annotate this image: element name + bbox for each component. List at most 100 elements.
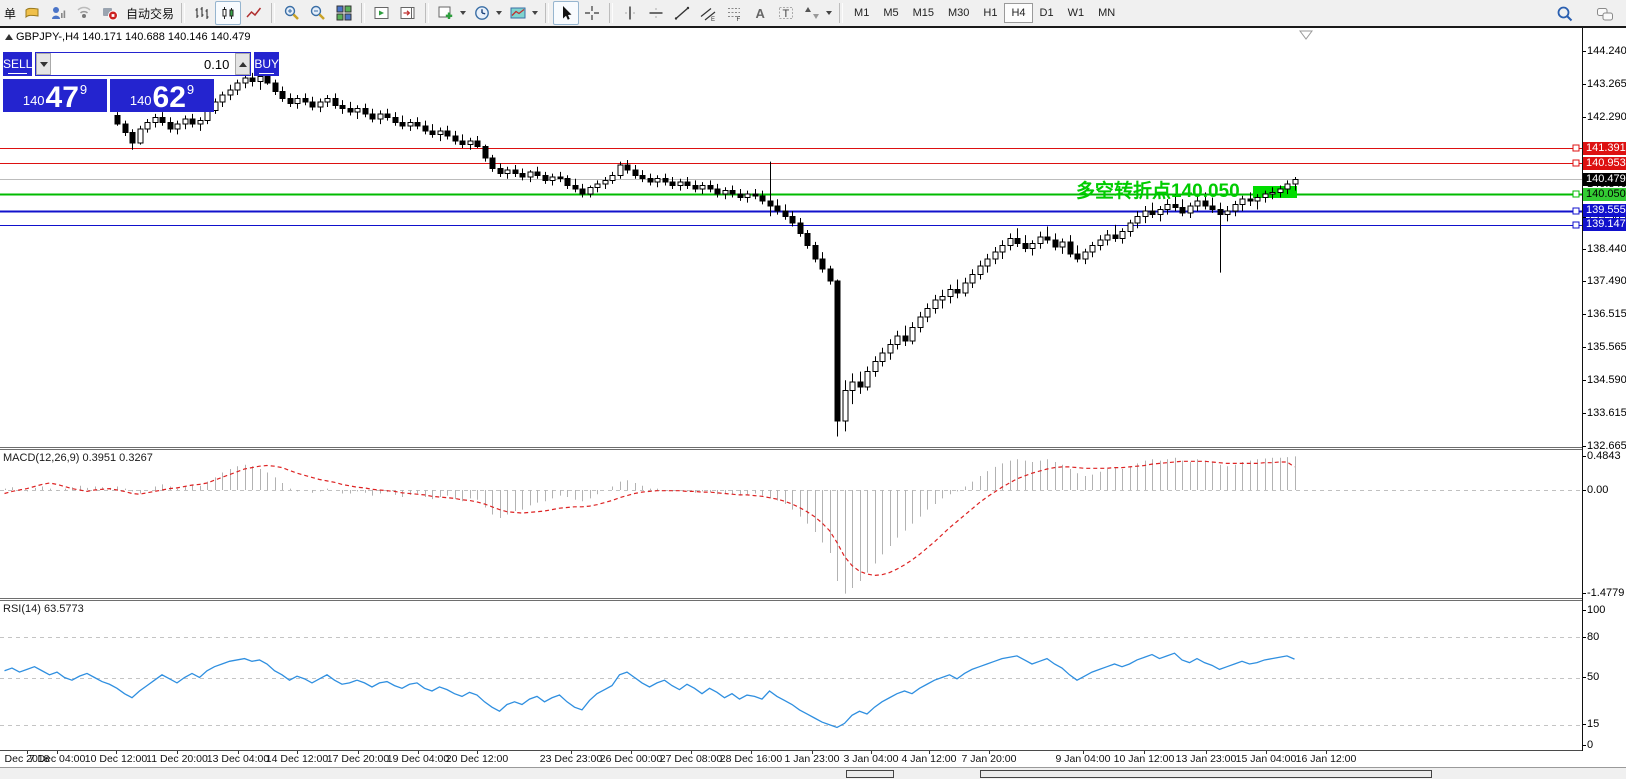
text-label-icon[interactable]: T — [773, 1, 799, 25]
svg-text:A: A — [756, 6, 766, 21]
chart-annotation-text[interactable]: 多空转折点140.050 — [1076, 176, 1240, 203]
timeframe-m5[interactable]: M5 — [876, 3, 905, 23]
candle-body — [325, 98, 330, 101]
profile-icon[interactable] — [45, 1, 71, 25]
candle-body — [1090, 245, 1095, 252]
candle-body — [828, 269, 833, 281]
line-handle-icon[interactable] — [1573, 208, 1579, 214]
autotrade-icon[interactable] — [97, 1, 123, 25]
candle-body — [235, 83, 240, 90]
templates-icon[interactable] — [505, 1, 531, 25]
candle-body — [1135, 216, 1140, 223]
buy-price-big: 62 — [153, 83, 186, 112]
candle-body — [640, 175, 645, 178]
sell-button[interactable]: SELL — [3, 52, 32, 76]
sell-price-display[interactable]: 140 47 9 — [3, 79, 107, 112]
main-macd-separator[interactable] — [0, 447, 1582, 450]
timeframe-h1[interactable]: H1 — [976, 3, 1004, 23]
candle-body — [340, 105, 345, 108]
toolbar-separator — [839, 3, 843, 23]
timeframe-mn[interactable]: MN — [1091, 3, 1122, 23]
chart-shift-icon[interactable] — [369, 1, 395, 25]
dropdown-arrow-icon[interactable] — [496, 11, 502, 15]
candles-chart-icon[interactable] — [215, 1, 241, 25]
arrows-icon[interactable] — [799, 1, 825, 25]
timeframe-m15[interactable]: M15 — [906, 3, 941, 23]
candle-body — [1180, 208, 1185, 213]
line-chart-icon[interactable] — [241, 1, 267, 25]
fibonacci-icon[interactable]: F — [721, 1, 747, 25]
candle-body — [708, 186, 713, 189]
candle-body — [130, 133, 135, 143]
candle-body — [1113, 235, 1118, 238]
chat-icon[interactable] — [1592, 2, 1618, 26]
cursor-icon[interactable] — [553, 1, 579, 25]
line-handle-icon[interactable] — [1573, 191, 1579, 197]
candle-body — [1225, 211, 1230, 214]
buy-button[interactable]: BUY — [254, 52, 279, 76]
chart-autoscroll-icon[interactable] — [395, 1, 421, 25]
search-icon[interactable] — [1552, 2, 1578, 26]
candle-body — [175, 124, 180, 129]
expand-triangle-icon[interactable] — [5, 34, 13, 40]
timeframe-h4[interactable]: H4 — [1004, 3, 1032, 23]
volume-increase-button[interactable] — [235, 53, 250, 75]
autotrade-label[interactable]: 自动交易 — [123, 5, 177, 22]
trendline-icon[interactable] — [669, 1, 695, 25]
candle-body — [505, 170, 510, 173]
bottom-scroll-strip[interactable] — [0, 767, 1626, 779]
volume-decrease-button[interactable] — [36, 53, 51, 75]
candle-body — [738, 194, 743, 197]
candle-body — [670, 182, 675, 185]
channel-icon[interactable]: E — [695, 1, 721, 25]
vertical-line-icon[interactable] — [617, 1, 643, 25]
text-icon[interactable]: A — [747, 1, 773, 25]
line-handle-icon[interactable] — [1573, 222, 1579, 228]
candle-body — [1188, 206, 1193, 213]
candle-body — [993, 252, 998, 259]
line-handle-icon[interactable] — [1573, 160, 1579, 166]
candle-body — [933, 300, 938, 309]
candle-body — [588, 187, 593, 194]
candle-body — [903, 336, 908, 341]
candle-body — [1053, 240, 1058, 247]
order-book-icon[interactable] — [19, 1, 45, 25]
bars-chart-icon[interactable] — [189, 1, 215, 25]
macd-rsi-separator[interactable] — [0, 598, 1582, 601]
dropdown-arrow-icon[interactable] — [460, 11, 466, 15]
timeframe-m30[interactable]: M30 — [941, 3, 976, 23]
order-button-text[interactable]: 单 — [1, 5, 19, 22]
candle-body — [438, 131, 443, 134]
crosshair-icon[interactable] — [579, 1, 605, 25]
chevron-down-icon — [40, 62, 48, 67]
timeframe-d1[interactable]: D1 — [1033, 3, 1061, 23]
zoom-in-icon[interactable] — [279, 1, 305, 25]
svg-text:F: F — [737, 17, 741, 22]
toolbar-separator — [425, 3, 429, 23]
autoscroll-marker-icon[interactable] — [1300, 31, 1312, 39]
timeframe-m1[interactable]: M1 — [847, 3, 876, 23]
candle-body — [453, 136, 458, 141]
new-chart-icon[interactable] — [433, 1, 459, 25]
candle-body — [1023, 244, 1028, 249]
signal-icon[interactable] — [71, 1, 97, 25]
zoom-out-icon[interactable] — [305, 1, 331, 25]
periods-clock-icon[interactable] — [469, 1, 495, 25]
buy-price-display[interactable]: 140 62 9 — [110, 79, 214, 112]
window-border — [0, 26, 1626, 28]
mt4-window: 单 自动交易EFAT M1M5M15M30H1H4D1W1MN GBPJPY-,… — [0, 0, 1626, 779]
tile-windows-icon[interactable] — [331, 1, 357, 25]
volume-input[interactable] — [51, 53, 235, 75]
chart-canvas[interactable] — [0, 0, 1626, 779]
sell-button-label: SELL — [3, 57, 32, 71]
candle-body — [1143, 211, 1148, 216]
timeframe-w1[interactable]: W1 — [1061, 3, 1092, 23]
candle-body — [843, 390, 848, 421]
candle-body — [768, 201, 773, 206]
dropdown-arrow-icon[interactable] — [532, 11, 538, 15]
line-handle-icon[interactable] — [1573, 145, 1579, 151]
candle-body — [1000, 245, 1005, 252]
horizontal-line-icon[interactable] — [643, 1, 669, 25]
candle-body — [1278, 189, 1283, 192]
dropdown-arrow-icon[interactable] — [826, 11, 832, 15]
